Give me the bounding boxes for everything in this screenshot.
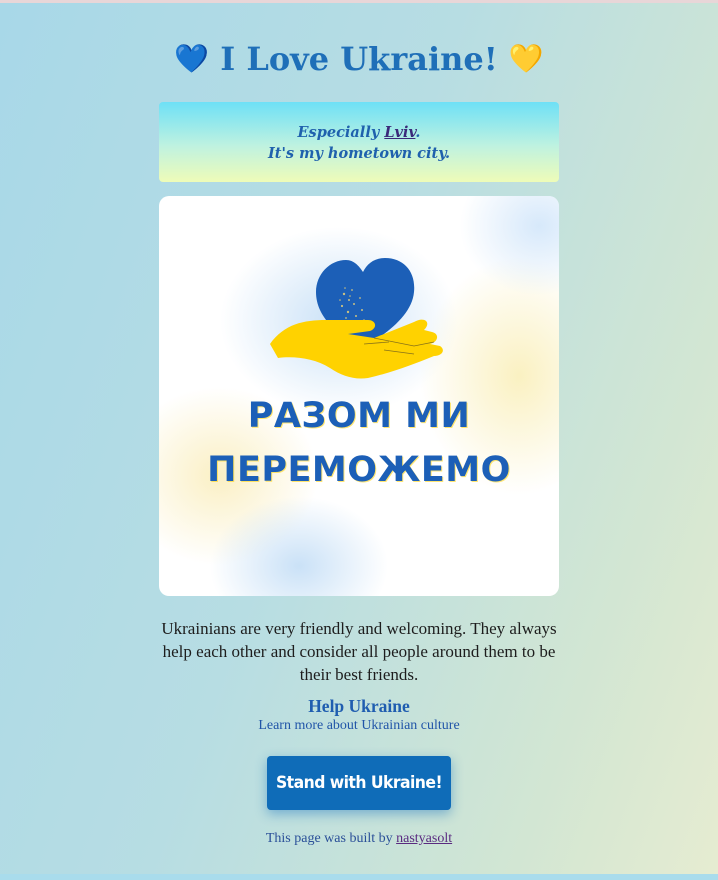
unity-poster-image: РАЗОМ МИ ПЕРЕМОЖЕМО [159, 196, 559, 596]
hometown-banner: Especially Lviv. It's my hometown city. [159, 102, 559, 182]
heart-in-hand-icon [270, 258, 443, 379]
author-link[interactable]: nastyasolt [396, 831, 452, 846]
banner-line-1: Especially Lviv. [159, 122, 559, 143]
banner-suffix: . [415, 124, 421, 141]
footer-prefix: This page was built by [265, 831, 397, 846]
banner-line-2: It's my hometown city. [267, 145, 450, 162]
description-text: Ukrainians are very friendly and welcomi… [161, 619, 557, 684]
top-border [0, 0, 718, 3]
bottom-border [0, 874, 718, 880]
page-title-text: I Love Ukraine! [220, 40, 498, 78]
blue-heart-icon: 💙 [174, 42, 210, 75]
banner-prefix: Especially [297, 124, 385, 141]
footer-credit: This page was built by nastyasolt [0, 831, 718, 847]
stand-with-ukraine-button[interactable]: Stand with Ukraine! [267, 756, 451, 810]
slogan-line-2: ПЕРЕМОЖЕМО [207, 450, 511, 490]
page-title: 💙 I Love Ukraine! 💛 [0, 40, 718, 78]
culture-subtitle: Learn more about Ukrainian culture [258, 718, 460, 733]
lviv-link[interactable]: Lviv [384, 124, 415, 141]
yellow-heart-icon: 💛 [508, 42, 544, 75]
help-ukraine-heading: Help Ukraine [308, 696, 410, 716]
slogan-line-1: РАЗОМ МИ [247, 396, 471, 436]
hand-shape [270, 319, 443, 379]
